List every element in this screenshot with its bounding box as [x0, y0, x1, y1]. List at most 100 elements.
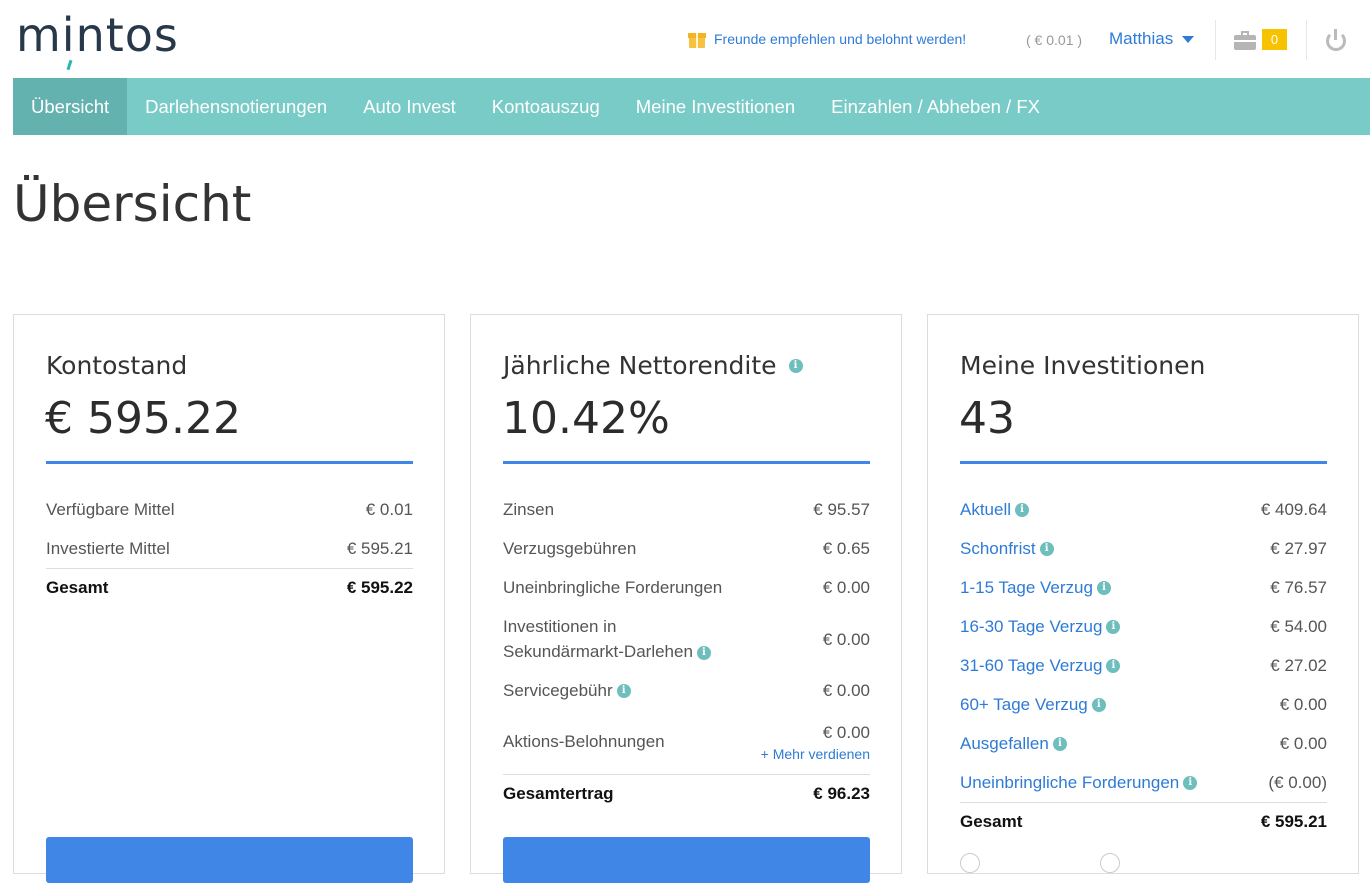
row-link[interactable]: 31-60 Tage Verzug	[960, 656, 1102, 675]
row-value: € 0.00 + Mehr verdienen	[760, 722, 870, 762]
row-label: Verzugsgebühren	[503, 538, 637, 558]
user-menu[interactable]: Matthias	[1109, 29, 1195, 49]
card-rule	[503, 461, 870, 464]
row-aktions-belohnungen: Aktions-Belohnungen € 0.00 + Mehr verdie…	[503, 710, 870, 774]
row-value: € 27.97	[1270, 538, 1327, 558]
row-value: € 0.00	[1279, 694, 1327, 714]
row-servicegebuhr: Servicegebühr i € 0.00	[503, 671, 870, 710]
card-rows: Verfügbare Mittel € 0.01 Investierte Mit…	[46, 490, 413, 607]
referral-text: Freunde empfehlen und belohnt werden!	[714, 31, 967, 47]
logo-text: mintos	[16, 8, 179, 62]
row-verzugsgebuhren: Verzugsgebühren € 0.65	[503, 529, 870, 568]
row-uneinbringliche: Uneinbringliche Forderungen € 0.00	[503, 568, 870, 607]
row-1-15-tage: 1-15 Tage Verzug i € 76.57	[960, 568, 1327, 607]
row-sekundarmarkt: Investitionen in Sekundärmarkt-Darlehen i…	[503, 607, 870, 671]
row-uneinbringliche: Uneinbringliche Forderungen i (€ 0.00)	[960, 763, 1327, 802]
row-value: € 0.00	[822, 577, 870, 597]
card-rows: Zinsen € 95.57 Verzugsgebühren € 0.65 Un…	[503, 490, 870, 813]
row-value: € 95.57	[813, 499, 870, 519]
nav-ubersicht[interactable]: Übersicht	[13, 78, 128, 135]
row-link[interactable]: Ausgefallen	[960, 734, 1049, 753]
mehr-verdienen-link[interactable]: + Mehr verdienen	[761, 746, 870, 762]
row-value: € 409.64	[1260, 499, 1327, 519]
nav-einzahlen[interactable]: Einzahlen / Abheben / FX	[813, 78, 1058, 135]
info-icon[interactable]: i	[1091, 698, 1106, 713]
top-header: mintos Freunde empfehlen und belohnt wer…	[0, 0, 1370, 78]
card-rule	[960, 461, 1327, 464]
row-value: € 0.00	[1279, 733, 1327, 753]
row-link[interactable]: Aktuell	[960, 500, 1011, 519]
referral-link[interactable]: Freunde empfehlen und belohnt werden!	[688, 30, 966, 48]
chevron-down-icon	[1182, 35, 1195, 43]
card-rows: Aktuell i € 409.64 Schonfrist i € 27.97 1-…	[960, 490, 1327, 841]
row-16-30-tage: 16-30 Tage Verzug i € 54.00	[960, 607, 1327, 646]
info-icon[interactable]: i	[696, 645, 711, 660]
row-label: Servicegebühr i	[503, 681, 631, 701]
card-value: € 595.22	[45, 393, 241, 444]
header-balance: ( € 0.01 )	[1026, 32, 1083, 48]
mintos-logo[interactable]: mintos	[16, 8, 179, 71]
row-link[interactable]: 60+ Tage Verzug	[960, 695, 1088, 714]
kontostand-card: Kontostand € 595.22 Verfügbare Mittel € …	[13, 314, 445, 883]
investitionen-card: Meine Investitionen 43 Aktuell i € 409.64…	[927, 314, 1359, 874]
row-label: Gesamt	[960, 812, 1023, 831]
info-icon[interactable]: i	[1096, 581, 1111, 596]
radio-button[interactable]	[1100, 853, 1120, 873]
row-label: Zinsen	[503, 499, 555, 519]
page-title: Übersicht	[13, 175, 252, 233]
row-value: € 96.23	[813, 784, 870, 803]
row-value: € 0.00	[822, 680, 870, 700]
row-value: € 595.22	[346, 578, 413, 597]
row-total: Gesamt € 595.22	[46, 568, 413, 607]
row-label: Uneinbringliche Forderungen	[503, 577, 723, 597]
nav-auto-invest[interactable]: Auto Invest	[345, 78, 474, 135]
rendite-card: Jährliche Nettorendite i 10.42% Zinsen €…	[470, 314, 902, 883]
row-link[interactable]: Uneinbringliche Forderungen	[960, 773, 1179, 792]
radio-button[interactable]	[960, 853, 980, 873]
row-value: (€ 0.00)	[1268, 772, 1327, 792]
row-label: Aktions-Belohnungen	[503, 732, 665, 751]
primary-button[interactable]	[46, 837, 413, 883]
info-icon[interactable]: i	[1052, 737, 1067, 752]
row-link[interactable]: 1-15 Tage Verzug	[960, 578, 1093, 597]
row-link[interactable]: Schonfrist	[960, 539, 1036, 558]
info-icon[interactable]: i	[1183, 776, 1198, 791]
info-icon[interactable]: i	[1106, 659, 1121, 674]
divider	[1215, 20, 1216, 60]
row-ausgefallen: Ausgefallen i € 0.00	[960, 724, 1327, 763]
user-name: Matthias	[1109, 29, 1174, 48]
row-value: € 595.21	[1260, 812, 1327, 831]
row-31-60-tage: 31-60 Tage Verzug i € 27.02	[960, 646, 1327, 685]
nav-meine-investitionen[interactable]: Meine Investitionen	[618, 78, 813, 135]
card-value: 10.42%	[502, 393, 670, 444]
row-zinsen: Zinsen € 95.57	[503, 490, 870, 529]
card-value: 43	[959, 393, 1015, 444]
info-icon[interactable]: i	[1039, 542, 1054, 557]
nav-darlehensnotierungen[interactable]: Darlehensnotierungen	[127, 78, 345, 135]
card-title: Meine Investitionen	[960, 351, 1206, 380]
briefcase-icon[interactable]	[1234, 30, 1256, 50]
info-icon[interactable]: i	[1015, 503, 1030, 518]
card-rule	[46, 461, 413, 464]
power-icon[interactable]	[1325, 29, 1347, 51]
row-total: Gesamtertrag € 96.23	[503, 774, 870, 813]
main-nav: Übersicht Darlehensnotierungen Auto Inve…	[13, 78, 1370, 135]
notification-badge[interactable]: 0	[1262, 29, 1287, 50]
row-total: Gesamt € 595.21	[960, 802, 1327, 841]
row-label: Investitionen in Sekundärmarkt-Darlehen i	[503, 614, 711, 664]
row-investierte-mittel: Investierte Mittel € 595.21	[46, 529, 413, 568]
row-label: Investierte Mittel	[46, 538, 170, 558]
info-icon[interactable]: i	[616, 684, 631, 699]
gift-icon	[688, 30, 706, 48]
row-value: € 76.57	[1270, 577, 1327, 597]
nav-kontoauszug[interactable]: Kontoauszug	[474, 78, 618, 135]
row-aktuell: Aktuell i € 409.64	[960, 490, 1327, 529]
info-icon[interactable]: i	[788, 358, 803, 373]
row-value: € 0.00	[822, 629, 870, 649]
divider	[1306, 20, 1307, 60]
row-value: € 0.01	[365, 499, 413, 519]
card-title: Kontostand	[46, 351, 188, 380]
row-link[interactable]: 16-30 Tage Verzug	[960, 617, 1102, 636]
info-icon[interactable]: i	[1106, 620, 1121, 635]
primary-button[interactable]	[503, 837, 870, 883]
